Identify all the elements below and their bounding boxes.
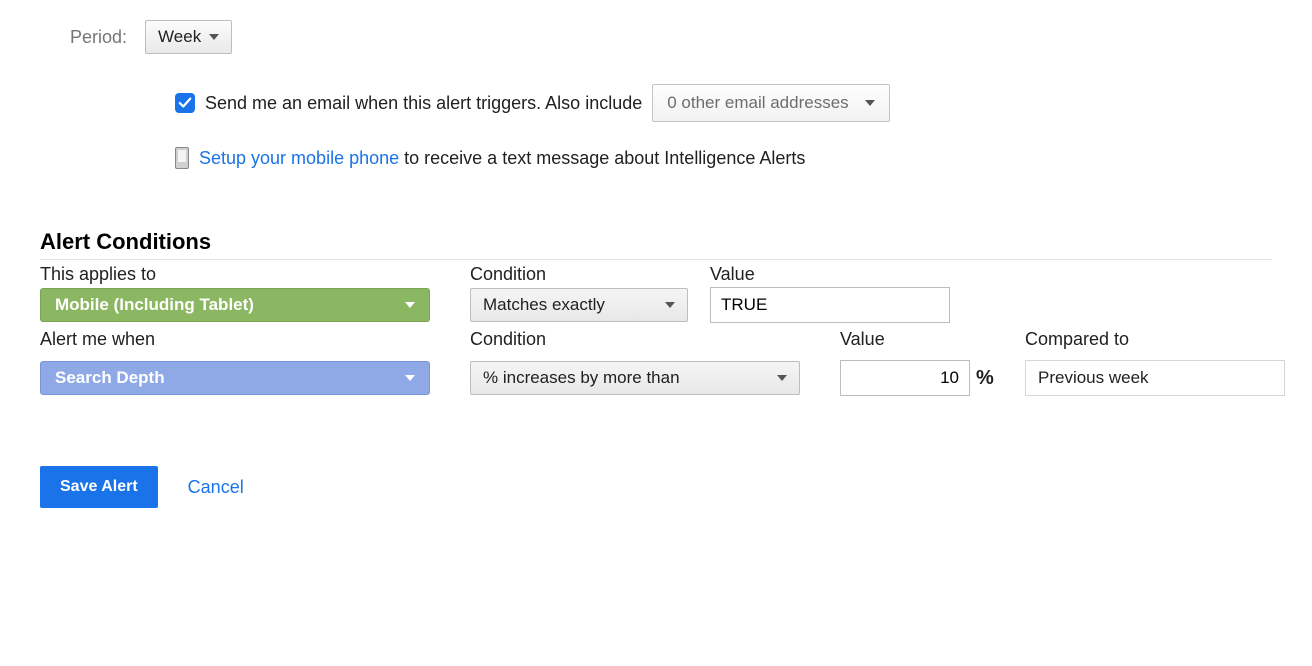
save-alert-button[interactable]: Save Alert: [40, 466, 158, 508]
alert-conditions-heading: Alert Conditions: [40, 229, 1272, 255]
mobile-suffix: to receive a text message about Intellig…: [399, 148, 805, 168]
condition-label-2: Condition: [470, 329, 830, 352]
applies-to-label: This applies to: [40, 264, 460, 287]
caret-down-icon: [405, 302, 415, 308]
caret-down-icon: [865, 100, 875, 106]
period-label: Period:: [70, 27, 127, 48]
condition-value-2: % increases by more than: [483, 368, 680, 388]
alert-when-label: Alert me when: [40, 329, 460, 352]
condition-select-2[interactable]: % increases by more than: [470, 361, 800, 395]
alert-when-value: Search Depth: [55, 368, 165, 388]
mobile-phone-icon: [175, 147, 189, 169]
condition-value-1: Matches exactly: [483, 295, 605, 315]
value-label-2: Value: [840, 329, 1015, 352]
compared-to-value[interactable]: Previous week: [1025, 360, 1285, 396]
period-select[interactable]: Week: [145, 20, 232, 54]
condition-label-1: Condition: [470, 264, 700, 287]
other-emails-select[interactable]: 0 other email addresses: [652, 84, 889, 122]
setup-mobile-link[interactable]: Setup your mobile phone: [199, 148, 399, 168]
email-text: Send me an email when this alert trigger…: [205, 93, 642, 114]
caret-down-icon: [777, 375, 787, 381]
period-value: Week: [158, 27, 201, 47]
value-input-1[interactable]: [710, 287, 950, 323]
value-label-1: Value: [710, 264, 970, 287]
condition-select-1[interactable]: Matches exactly: [470, 288, 688, 322]
caret-down-icon: [405, 375, 415, 381]
email-checkbox[interactable]: [175, 93, 195, 113]
alert-when-select[interactable]: Search Depth: [40, 361, 430, 395]
cancel-link[interactable]: Cancel: [188, 477, 244, 498]
percent-sign: %: [976, 367, 994, 390]
caret-down-icon: [209, 34, 219, 40]
compared-to-label: Compared to: [1025, 329, 1285, 352]
applies-to-value: Mobile (Including Tablet): [55, 295, 254, 315]
divider: [40, 259, 1272, 260]
caret-down-icon: [665, 302, 675, 308]
check-icon: [178, 96, 192, 110]
other-emails-value: 0 other email addresses: [667, 93, 848, 113]
value-input-2[interactable]: [840, 360, 970, 396]
applies-to-select[interactable]: Mobile (Including Tablet): [40, 288, 430, 322]
